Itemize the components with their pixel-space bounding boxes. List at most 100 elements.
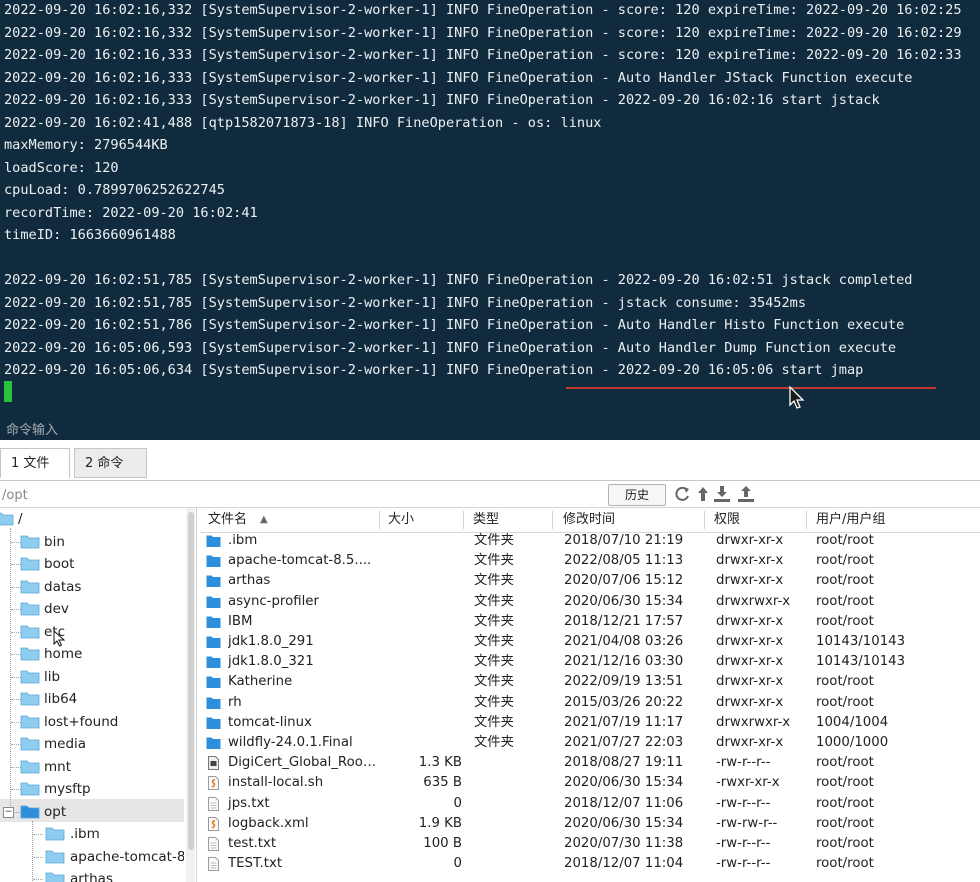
file-mtime: 2018/12/21 17:57: [564, 613, 684, 629]
file-name: IBM: [228, 613, 253, 629]
folder-icon: [20, 805, 40, 818]
file-row[interactable]: async-profiler 文件夹 2020/06/30 15:34 drwxrwx…: [200, 592, 980, 612]
file-type: 文件夹: [474, 714, 514, 730]
terminal-line: 2022-09-20 16:02:16,332 [SystemSuperviso…: [4, 24, 962, 41]
file-row[interactable]: tomcat-linux 文件夹 2021/07/19 11:17 drwxrwxr-…: [200, 713, 980, 733]
file-name: jps.txt: [228, 795, 270, 811]
file-list-header: 文件名 ▲ 大小 类型 修改时间 权限 用户/用户组: [200, 508, 980, 533]
column-divider[interactable]: [806, 511, 807, 529]
file-permissions: drwxrwxr-x: [716, 714, 791, 730]
folder-icon: [206, 676, 221, 689]
terminal-cursor: [4, 381, 12, 402]
go-up-icon[interactable]: [694, 484, 712, 504]
file-row[interactable]: Katherine 文件夹 2022/09/19 13:51 drwxr-xr-x ro…: [200, 672, 980, 692]
tree-item-label: dev: [44, 601, 69, 617]
file-name: TEST.txt: [228, 856, 283, 872]
tree-item-label: mysftp: [44, 781, 91, 797]
file-row[interactable]: jdk1.8.0_291 文件夹 2021/04/08 03:26 drwxr-xr-…: [200, 632, 980, 652]
file-type: 文件夹: [474, 674, 514, 690]
file-mtime: 2018/08/27 19:11: [564, 755, 684, 771]
file-row[interactable]: arthas 文件夹 2020/07/06 15:12 drwxr-xr-x root/…: [200, 571, 980, 591]
column-permissions[interactable]: 权限: [714, 508, 740, 532]
file-owner: 1004/1004: [816, 714, 889, 730]
file-row[interactable]: logback.xml 1.9 KB 2020/06/30 15:34 -rw-rw-…: [200, 814, 980, 834]
file-row[interactable]: DigiCert_Global_Root... 1.3 KB 2018/08/27 …: [200, 753, 980, 773]
folder-icon: [20, 782, 40, 796]
column-type[interactable]: 类型: [473, 508, 499, 532]
tree-scrollbar-thumb[interactable]: [188, 512, 194, 850]
terminal-output[interactable]: 2022-09-20 16:02:16,332 [SystemSuperviso…: [0, 0, 980, 440]
file-name: DigiCert_Global_Root...: [228, 755, 380, 771]
file-row[interactable]: apache-tomcat-8.5.... 文件夹 2022/08/05 11:13…: [200, 551, 980, 571]
file-owner: root/root: [816, 755, 874, 771]
terminal-line: 2022-09-20 16:05:06,634 [SystemSuperviso…: [4, 362, 864, 378]
refresh-icon[interactable]: [673, 484, 691, 504]
upload-icon[interactable]: [737, 484, 755, 504]
terminal-line: 2022-09-20 16:02:16,333 [SystemSuperviso…: [4, 47, 962, 63]
terminal-line: 2022-09-20 16:02:51,786 [SystemSuperviso…: [4, 317, 905, 333]
tab-files[interactable]: 1 文件: [0, 448, 70, 478]
tree-item-root[interactable]: [0, 508, 180, 530]
file-owner: root/root: [816, 694, 874, 710]
folder-icon: [206, 616, 221, 628]
file-owner: 1000/1000: [816, 735, 889, 750]
file-permissions: -rw-r--r--: [716, 755, 771, 771]
file-size: 0: [453, 856, 462, 872]
file-mtime: 2020/07/06 15:12: [564, 573, 684, 589]
path-bar: 历史: [0, 481, 980, 508]
file-row[interactable]: .ibm 文件夹 2018/07/10 21:19 drwxr-xr-x root/ro…: [200, 531, 980, 551]
tab-bar: 1 文件 2 命令: [0, 440, 980, 481]
file-size: 100 B: [423, 836, 462, 851]
column-size[interactable]: 大小: [388, 508, 414, 532]
file-row[interactable]: TEST.txt 0 2018/12/07 11:04 -rw-r--r-- root/…: [200, 854, 980, 874]
terminal-line: 2022-09-20 16:05:06,593 [SystemSuperviso…: [4, 339, 897, 356]
text-file-icon: [208, 857, 219, 872]
column-divider[interactable]: [463, 511, 464, 529]
file-name: jdk1.8.0_291: [228, 634, 314, 649]
file-row[interactable]: wildfly-24.0.1.Final 文件夹 2021/07/27 22:03 d…: [200, 733, 980, 753]
file-owner: root/root: [816, 553, 874, 569]
file-row[interactable]: test.txt 100 B 2020/07/30 11:38 -rw-r--r-- r…: [200, 834, 980, 854]
terminal-line: 2022-09-20 16:02:51,785 [SystemSuperviso…: [4, 294, 807, 311]
terminal-line: 2022-09-20 16:02:16,332 [SystemSuperviso…: [4, 2, 962, 18]
mouse-pointer-icon: [789, 386, 805, 409]
file-row[interactable]: jdk1.8.0_321 文件夹 2021/12/16 03:30 drwxr-xr-…: [200, 652, 980, 672]
file-row[interactable]: IBM 文件夹 2018/12/21 17:57 drwxr-xr-x root/roo…: [200, 612, 980, 632]
column-divider[interactable]: [379, 511, 380, 529]
column-name[interactable]: 文件名: [208, 508, 247, 532]
column-divider[interactable]: [552, 511, 553, 529]
tab-commands[interactable]: 2 命令: [74, 448, 147, 478]
tree-item-label: lost+found: [44, 713, 119, 730]
column-mtime[interactable]: 修改时间: [563, 508, 615, 532]
file-permissions: drwxr-xr-x: [716, 634, 784, 649]
file-name: logback.xml: [228, 815, 309, 831]
tree-item-label: arthas: [70, 871, 113, 882]
tree-item-label: lib64: [44, 691, 78, 707]
file-row[interactable]: install-local.sh 635 B 2020/06/30 15:34 -rw…: [200, 773, 980, 793]
terminal-line: 2022-09-20 16:02:41,488 [qtp1582071873-1…: [4, 114, 602, 131]
file-list[interactable]: 文件名 ▲ 大小 类型 修改时间 权限 用户/用户组 .ibm 文件夹 2018/0…: [200, 508, 980, 882]
file-owner: root/root: [816, 613, 874, 629]
file-row[interactable]: rh 文件夹 2015/03/26 20:22 drwxr-xr-x root/root: [200, 693, 980, 713]
folder-icon: [20, 670, 40, 683]
column-owner[interactable]: 用户/用户组: [816, 508, 885, 532]
terminal-line: 2022-09-20 16:02:16,333 [SystemSuperviso…: [4, 69, 913, 86]
download-icon[interactable]: [713, 484, 731, 504]
file-row[interactable]: jps.txt 0 2018/12/07 11:06 -rw-r--r-- root/r…: [200, 794, 980, 814]
folder-icon: [20, 557, 40, 571]
folder-icon: [20, 647, 40, 661]
column-divider[interactable]: [704, 511, 705, 529]
file-permissions: drwxr-xr-x: [716, 553, 784, 569]
folder-icon: [20, 602, 40, 616]
file-mtime: 2018/07/10 21:19: [564, 533, 684, 548]
script-file-icon: [208, 776, 219, 791]
file-size: 0: [453, 795, 462, 811]
file-size: 635 B: [423, 775, 462, 791]
tree-item-label: lib: [44, 668, 61, 685]
directory-tree[interactable]: /binbootdatasdevetchomeliblib64lost+foun…: [0, 508, 197, 882]
terminal-line: recordTime: 2022-09-20 16:02:41: [4, 204, 258, 221]
path-input[interactable]: [0, 484, 604, 506]
command-input-label[interactable]: 命令输入: [6, 419, 58, 438]
file-type: 文件夹: [474, 553, 514, 569]
history-button[interactable]: 历史: [608, 484, 666, 506]
